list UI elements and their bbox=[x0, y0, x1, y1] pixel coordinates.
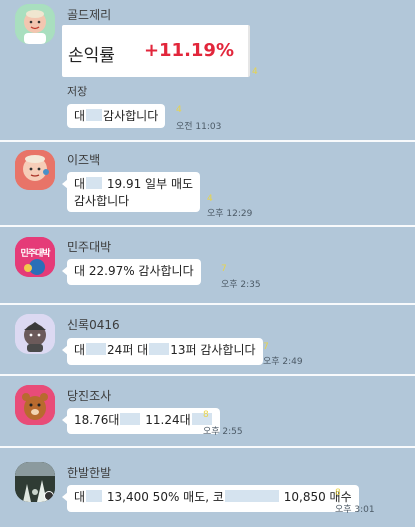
unread-count: 7 bbox=[263, 342, 269, 352]
timestamp: 오후 3:01 bbox=[335, 505, 375, 515]
sender-name: 한발한발 bbox=[67, 466, 112, 480]
message-text-part: 대 bbox=[74, 177, 86, 191]
sender-name: 골드제리 bbox=[67, 8, 112, 22]
message-text-part: 13,400 50% 매도, 코 bbox=[106, 490, 224, 504]
message-bubble[interactable]: 대 24퍼 대 13퍼 감사합니다 bbox=[62, 338, 263, 365]
message-text-part: 감사합니다 bbox=[74, 194, 130, 208]
masked-text bbox=[149, 343, 170, 355]
profit-value: +11.19% bbox=[143, 40, 234, 61]
avatar[interactable] bbox=[15, 150, 55, 190]
timestamp: 오후 2:49 bbox=[263, 357, 303, 367]
masked-text bbox=[120, 413, 141, 425]
unread-count: 7 bbox=[221, 264, 227, 274]
masked-text bbox=[86, 490, 103, 502]
caption-text: 저장 bbox=[67, 85, 88, 98]
profit-label: 손익률 bbox=[68, 46, 115, 66]
message-divider bbox=[0, 225, 415, 227]
avatar-label: 민주대박 bbox=[20, 249, 50, 259]
message-text-part: 24퍼 대 bbox=[107, 343, 149, 357]
message-text-part: 18.76대 bbox=[74, 413, 120, 427]
masked-text bbox=[86, 343, 107, 355]
unread-count: 8 bbox=[203, 410, 209, 420]
profile-character-icon bbox=[15, 314, 55, 354]
avatar[interactable] bbox=[15, 385, 55, 425]
message-text-part: 대 bbox=[74, 109, 86, 123]
timestamp: 오후 12:29 bbox=[207, 209, 253, 219]
sender-name: 민주대박 bbox=[67, 240, 112, 254]
message-divider bbox=[0, 303, 415, 305]
sender-name: 신록0416 bbox=[67, 318, 120, 332]
avatar[interactable]: 민주대박 bbox=[15, 237, 55, 277]
sender-name: 당진조사 bbox=[67, 389, 112, 403]
avatar[interactable] bbox=[15, 4, 55, 44]
masked-text bbox=[86, 109, 103, 121]
profile-character-icon bbox=[15, 150, 55, 190]
message-text-part: 19.91 일부 매도 bbox=[106, 177, 194, 191]
message-bubble[interactable]: 대 19.91 일부 매도 감사합니다 bbox=[61, 172, 201, 212]
message-divider bbox=[0, 140, 415, 142]
video-badge-icon bbox=[44, 491, 54, 501]
timestamp: 오후 2:55 bbox=[203, 427, 243, 437]
unread-count: 4 bbox=[176, 105, 182, 115]
message-divider bbox=[0, 374, 415, 376]
message-text-part: 대 bbox=[74, 490, 86, 504]
profile-character-icon bbox=[15, 385, 55, 425]
unread-count: 8 bbox=[335, 488, 341, 498]
message-divider bbox=[0, 446, 415, 448]
message-text: 대 22.97% 감사합니다 bbox=[74, 264, 194, 278]
profit-card[interactable]: 손익률 +11.19% bbox=[62, 25, 250, 77]
message-text-part: 11.24대 bbox=[145, 413, 191, 427]
masked-text bbox=[224, 490, 279, 502]
message-bubble[interactable]: 18.76대 11.24대 bbox=[62, 408, 220, 434]
message-bubble[interactable]: 대 13,400 50% 매도, 코 10,850 매수 bbox=[62, 485, 359, 512]
timestamp: 오후 2:35 bbox=[221, 280, 261, 290]
sender-name: 이즈백 bbox=[67, 153, 101, 167]
message-text-part: 감사합니다 bbox=[103, 109, 159, 123]
message-bubble[interactable]: 대 감사합니다 bbox=[67, 104, 166, 128]
profile-character-icon bbox=[15, 4, 55, 44]
message-text-part: 13퍼 감사합니다 bbox=[170, 343, 256, 357]
unread-count: 4 bbox=[252, 67, 258, 77]
unread-count: 4 bbox=[207, 194, 213, 204]
message-bubble[interactable]: 대 22.97% 감사합니다 bbox=[62, 259, 201, 285]
avatar[interactable] bbox=[15, 314, 55, 354]
timestamp: 오전 11:03 bbox=[176, 122, 222, 132]
avatar[interactable] bbox=[15, 462, 55, 502]
message-text-part: 대 bbox=[74, 343, 86, 357]
masked-text bbox=[86, 177, 103, 189]
